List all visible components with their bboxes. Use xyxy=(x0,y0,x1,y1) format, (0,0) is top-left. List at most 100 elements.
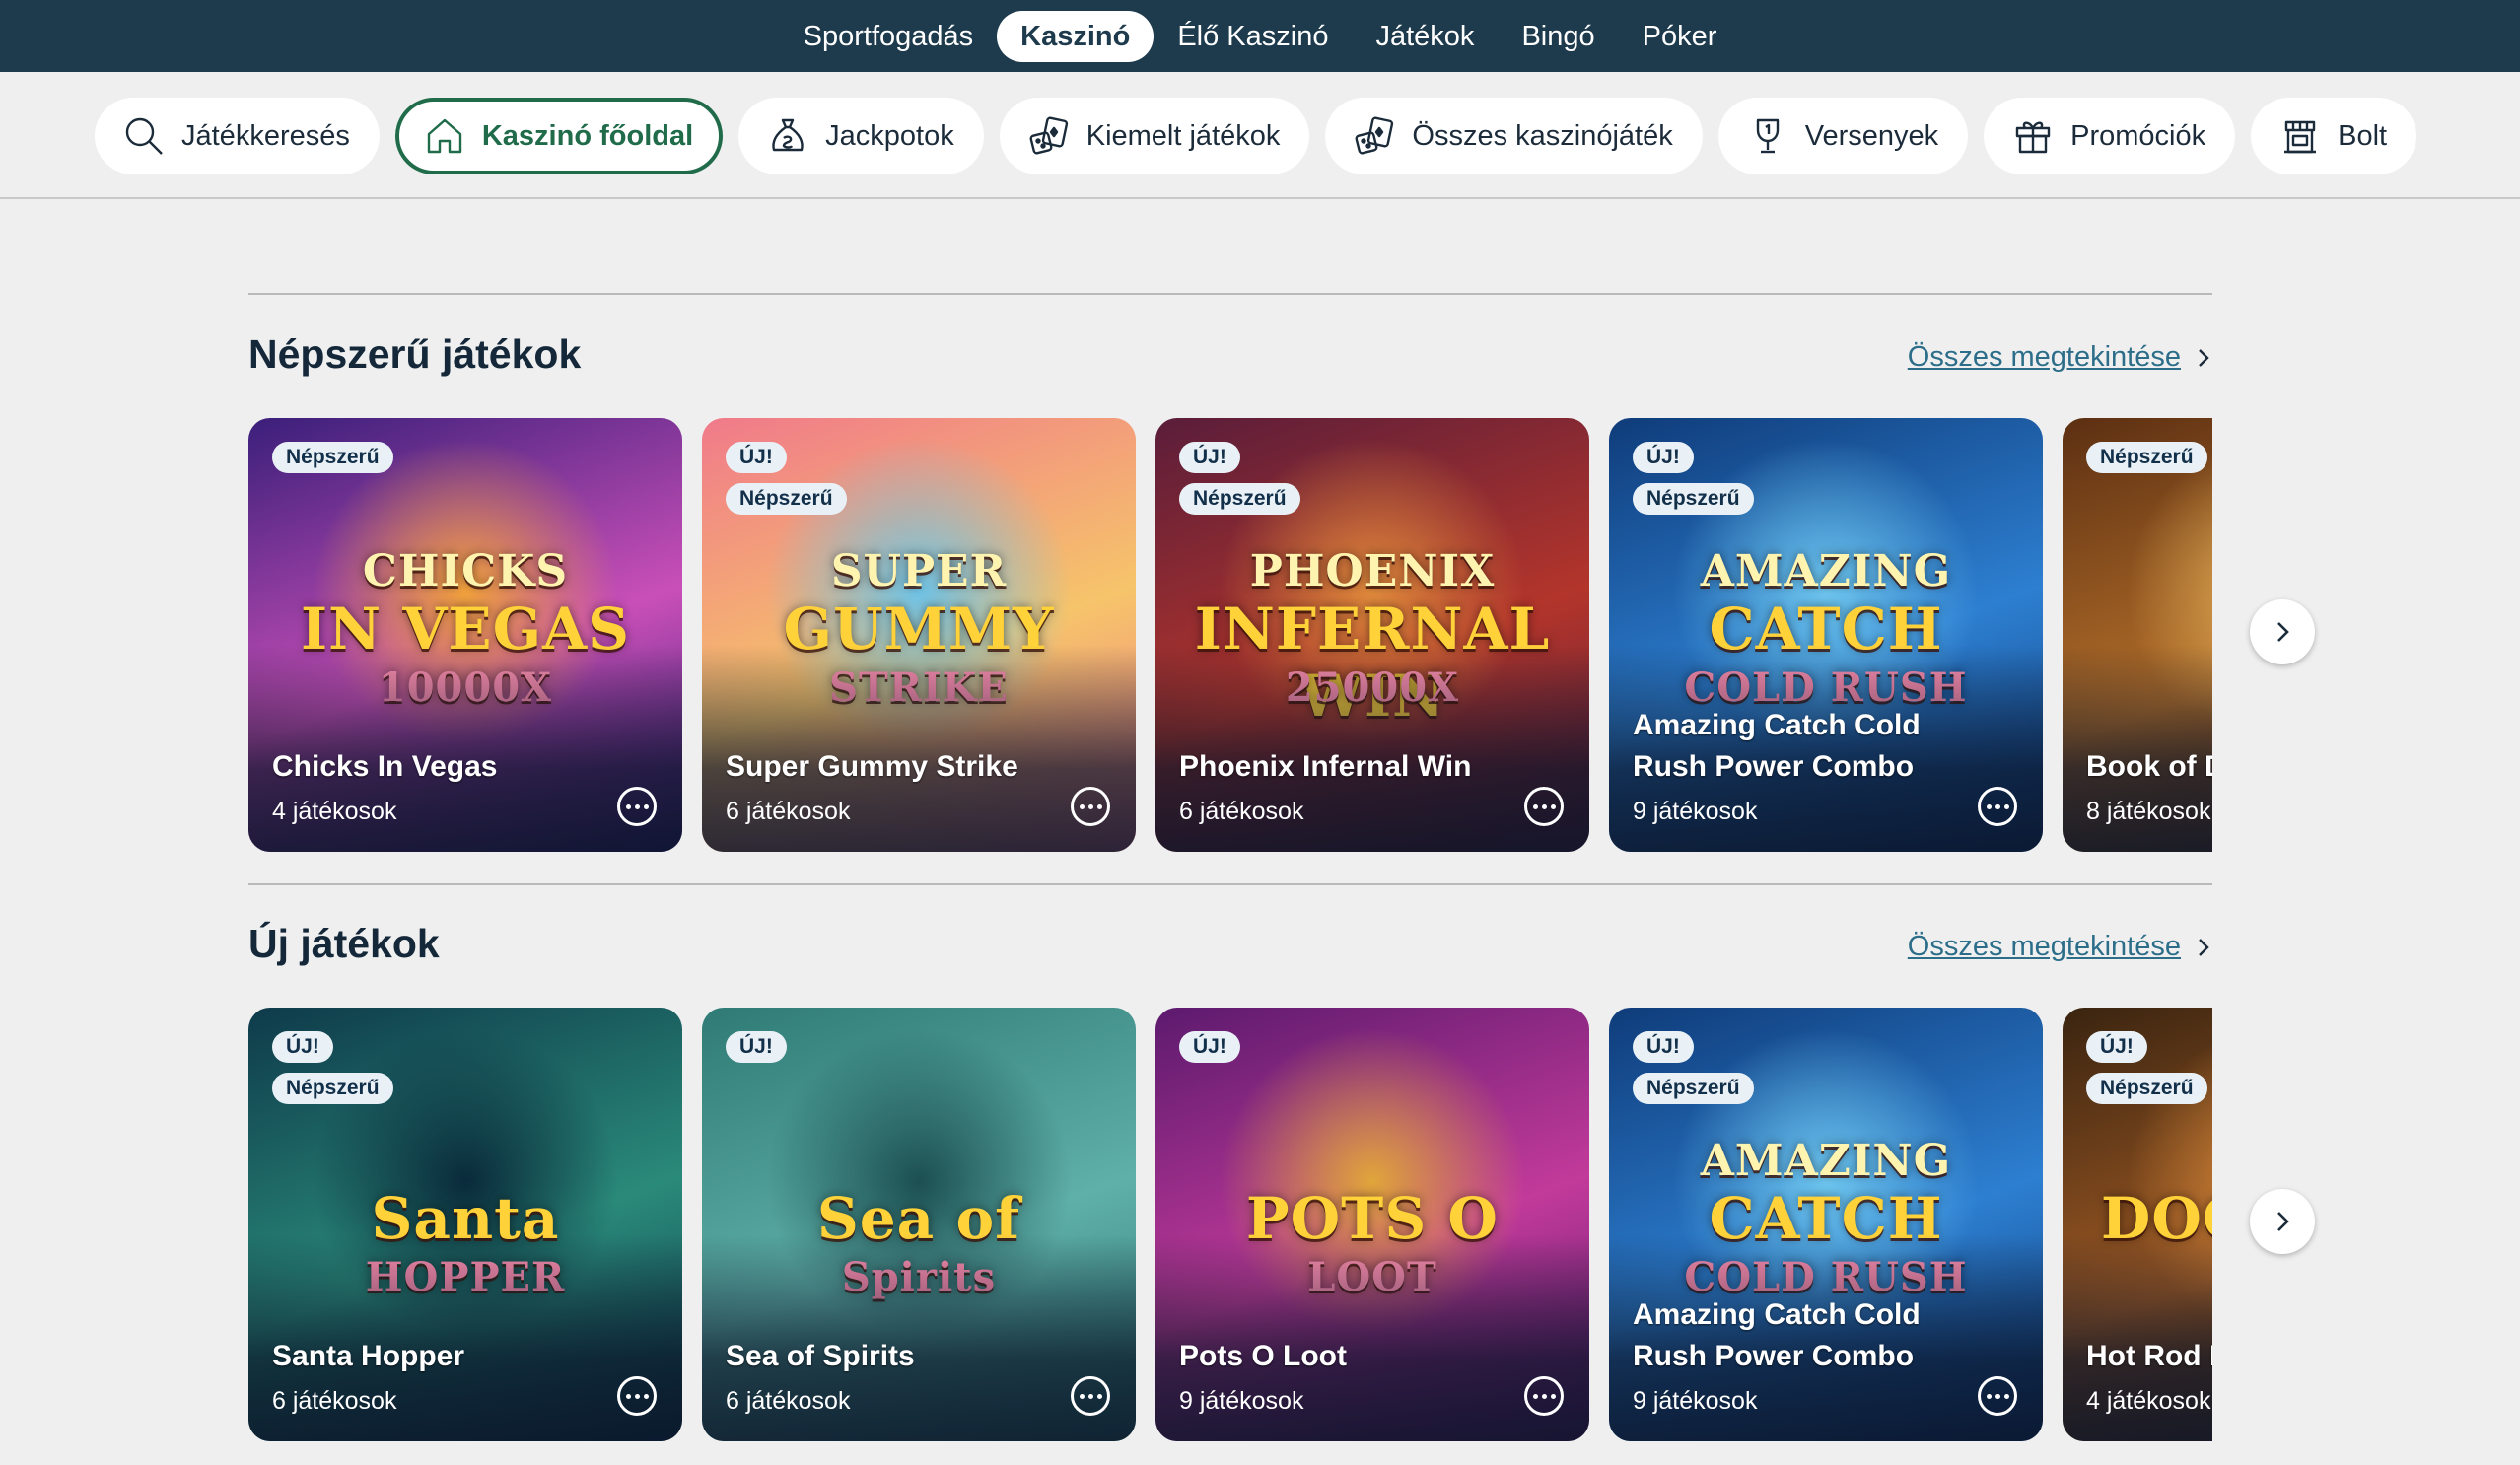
game-carousel-new: SantaHOPPERÚJ!NépszerűSanta Hopper6 játé… xyxy=(248,1008,2212,1441)
subnav-shop[interactable]: Bolt xyxy=(2251,98,2417,174)
see-all-new-link[interactable]: Összes megtekintése xyxy=(1908,931,2214,963)
dot xyxy=(1550,803,1556,809)
subnav-label: Bolt xyxy=(2338,119,2388,152)
subnav-label: Jackpotok xyxy=(825,119,954,152)
gift-icon xyxy=(2015,121,2051,154)
carousel-next-button[interactable] xyxy=(2250,599,2315,664)
card-badges: Népszerű xyxy=(2086,442,2207,473)
subnav-tournaments[interactable]: Versenyek xyxy=(1717,98,1969,174)
game-logo-text: AMAZING xyxy=(1700,546,1952,596)
more-options-icon[interactable] xyxy=(1071,1376,1110,1416)
top-nav-kaszino[interactable]: Kaszinó xyxy=(997,11,1155,62)
carousel-next-button[interactable] xyxy=(2250,1189,2315,1254)
game-card[interactable]: PHOENIXINFERNAL WIN25000XÚJ!NépszerűPhoe… xyxy=(1155,418,1589,852)
dot xyxy=(2003,803,2009,809)
trophy-icon xyxy=(1756,118,1779,154)
player-count: 4 játékosok xyxy=(272,798,397,825)
dot xyxy=(1079,1393,1085,1399)
dot xyxy=(1532,1393,1538,1399)
popular-badge: Népszerű xyxy=(2086,442,2207,473)
game-title: Amazing Catch Cold Rush Power Combo xyxy=(1633,1298,1921,1372)
top-nav-elo-kaszino[interactable]: Élő Kaszinó xyxy=(1154,11,1352,62)
top-nav: Sportfogadás Kaszinó Élő Kaszinó Játékok… xyxy=(0,11,2520,62)
subnav-label: Játékkeresés xyxy=(181,119,350,152)
more-options-icon[interactable] xyxy=(617,1376,657,1416)
section-title-new: Új játékok xyxy=(248,921,440,966)
game-card[interactable]: AMAZINGCATCHCOLD RUSHÚJ!NépszerűAmazing … xyxy=(1609,1008,2043,1441)
top-nav-bar: Sportfogadás Kaszinó Élő Kaszinó Játékok… xyxy=(0,0,2520,72)
card-badges: ÚJ! Népszerű xyxy=(1633,1031,1754,1104)
subnav-featured-games[interactable]: Kiemelt játékok xyxy=(999,98,1310,174)
new-badge: ÚJ! xyxy=(726,1031,787,1063)
game-card[interactable]: AMAZINGCATCHCOLD RUSHÚJ!NépszerűAmazing … xyxy=(1609,418,2043,852)
dot xyxy=(1532,803,1538,809)
subnav-game-search[interactable]: Játékkeresés xyxy=(95,98,380,174)
game-title: Phoenix Infernal Win xyxy=(1179,749,1472,783)
game-card[interactable]: DOG WILDÚJ!NépszerűHot Rod H4 játékosok xyxy=(2063,1008,2212,1441)
top-nav-bingo[interactable]: Bingó xyxy=(1498,11,1618,62)
game-card[interactable]: POTS OLOOTÚJ!Pots O Loot9 játékosok xyxy=(1155,1008,1589,1441)
subnav-all-casino-games[interactable]: Összes kaszinójáték xyxy=(1325,98,1703,174)
dot xyxy=(643,1393,649,1399)
more-options-icon[interactable] xyxy=(1978,1376,2017,1416)
dot xyxy=(1541,1393,1547,1399)
dot xyxy=(1986,1393,1992,1399)
see-all-popular-link[interactable]: Összes megtekintése xyxy=(1908,341,2214,374)
game-logo-text: SUPER xyxy=(830,546,1008,596)
casino-sub-nav: Játékkeresés Kaszinó főoldal Jackpotok K… xyxy=(95,98,2417,174)
more-options-icon[interactable] xyxy=(1524,787,1564,826)
subnav-label: Kaszinó főoldal xyxy=(481,119,694,152)
new-badge: ÚJ! xyxy=(272,1031,333,1063)
new-badge: ÚJ! xyxy=(2086,1031,2147,1063)
chevron-right-icon xyxy=(2277,1212,2289,1231)
player-count: 6 játékosok xyxy=(726,1387,851,1415)
subnav-label: Kiemelt játékok xyxy=(1085,119,1281,152)
popular-badge: Népszerű xyxy=(1633,1073,1754,1104)
search-icon xyxy=(125,117,163,155)
game-card[interactable]: SantaHOPPERÚJ!NépszerűSanta Hopper6 játé… xyxy=(248,1008,682,1441)
top-nav-sportfogadas[interactable]: Sportfogadás xyxy=(780,11,998,62)
player-count: 9 játékosok xyxy=(1179,1387,1304,1415)
subnav-promotions[interactable]: Promóciók xyxy=(1984,98,2236,174)
popular-badge: Népszerű xyxy=(726,483,847,515)
game-title: Book of D xyxy=(2086,749,2212,783)
top-nav-jatekok[interactable]: Játékok xyxy=(1352,11,1498,62)
card-badges: ÚJ! xyxy=(1179,1031,1240,1063)
game-title: Chicks In Vegas xyxy=(272,749,498,783)
new-badge: ÚJ! xyxy=(1179,442,1240,473)
more-options-icon[interactable] xyxy=(1524,1376,1564,1416)
card-badges: ÚJ! Népszerű xyxy=(726,442,847,515)
card-badges: ÚJ! Népszerű xyxy=(1179,442,1300,515)
game-title: Sea of Spirits xyxy=(726,1339,915,1372)
dot xyxy=(1995,803,2000,809)
game-card[interactable]: Népszerű Book of D 8 játékosok xyxy=(2063,418,2212,852)
chevron-right-icon xyxy=(2199,348,2209,367)
home-icon xyxy=(427,118,462,154)
section-divider xyxy=(248,293,2212,295)
more-options-icon[interactable] xyxy=(617,787,657,826)
dot xyxy=(634,1393,640,1399)
more-options-icon[interactable] xyxy=(1978,787,2017,826)
dot xyxy=(1079,803,1085,809)
game-card[interactable]: CHICKSIN VEGAS10000XNépszerűChicks In Ve… xyxy=(248,418,682,852)
game-card[interactable]: Sea ofSpiritsÚJ!Sea of Spirits6 játékoso… xyxy=(702,1008,1136,1441)
subnav-label: Összes kaszinójáték xyxy=(1412,119,1673,152)
dot xyxy=(1541,803,1547,809)
popular-badge: Népszerű xyxy=(1633,483,1754,515)
dot xyxy=(625,1393,631,1399)
new-badge: ÚJ! xyxy=(1633,442,1694,473)
dot xyxy=(1550,1393,1556,1399)
subnav-casino-home[interactable]: Kaszinó főoldal xyxy=(394,98,724,174)
top-nav-poker[interactable]: Póker xyxy=(1619,11,1741,62)
subnav-jackpots[interactable]: Jackpotok xyxy=(738,98,984,174)
card-badges: Népszerű xyxy=(272,442,393,473)
dot xyxy=(1096,803,1102,809)
dot xyxy=(634,803,640,809)
dot xyxy=(643,803,649,809)
dice-cards-icon xyxy=(1029,116,1068,155)
game-card[interactable]: SUPERGUMMYSTRIKEÚJ!NépszerűSuper Gummy S… xyxy=(702,418,1136,852)
more-options-icon[interactable] xyxy=(1071,787,1110,826)
player-count: 6 játékosok xyxy=(272,1387,397,1415)
dice-cards-icon xyxy=(1355,116,1394,155)
subnav-label: Promóciók xyxy=(2070,119,2206,152)
